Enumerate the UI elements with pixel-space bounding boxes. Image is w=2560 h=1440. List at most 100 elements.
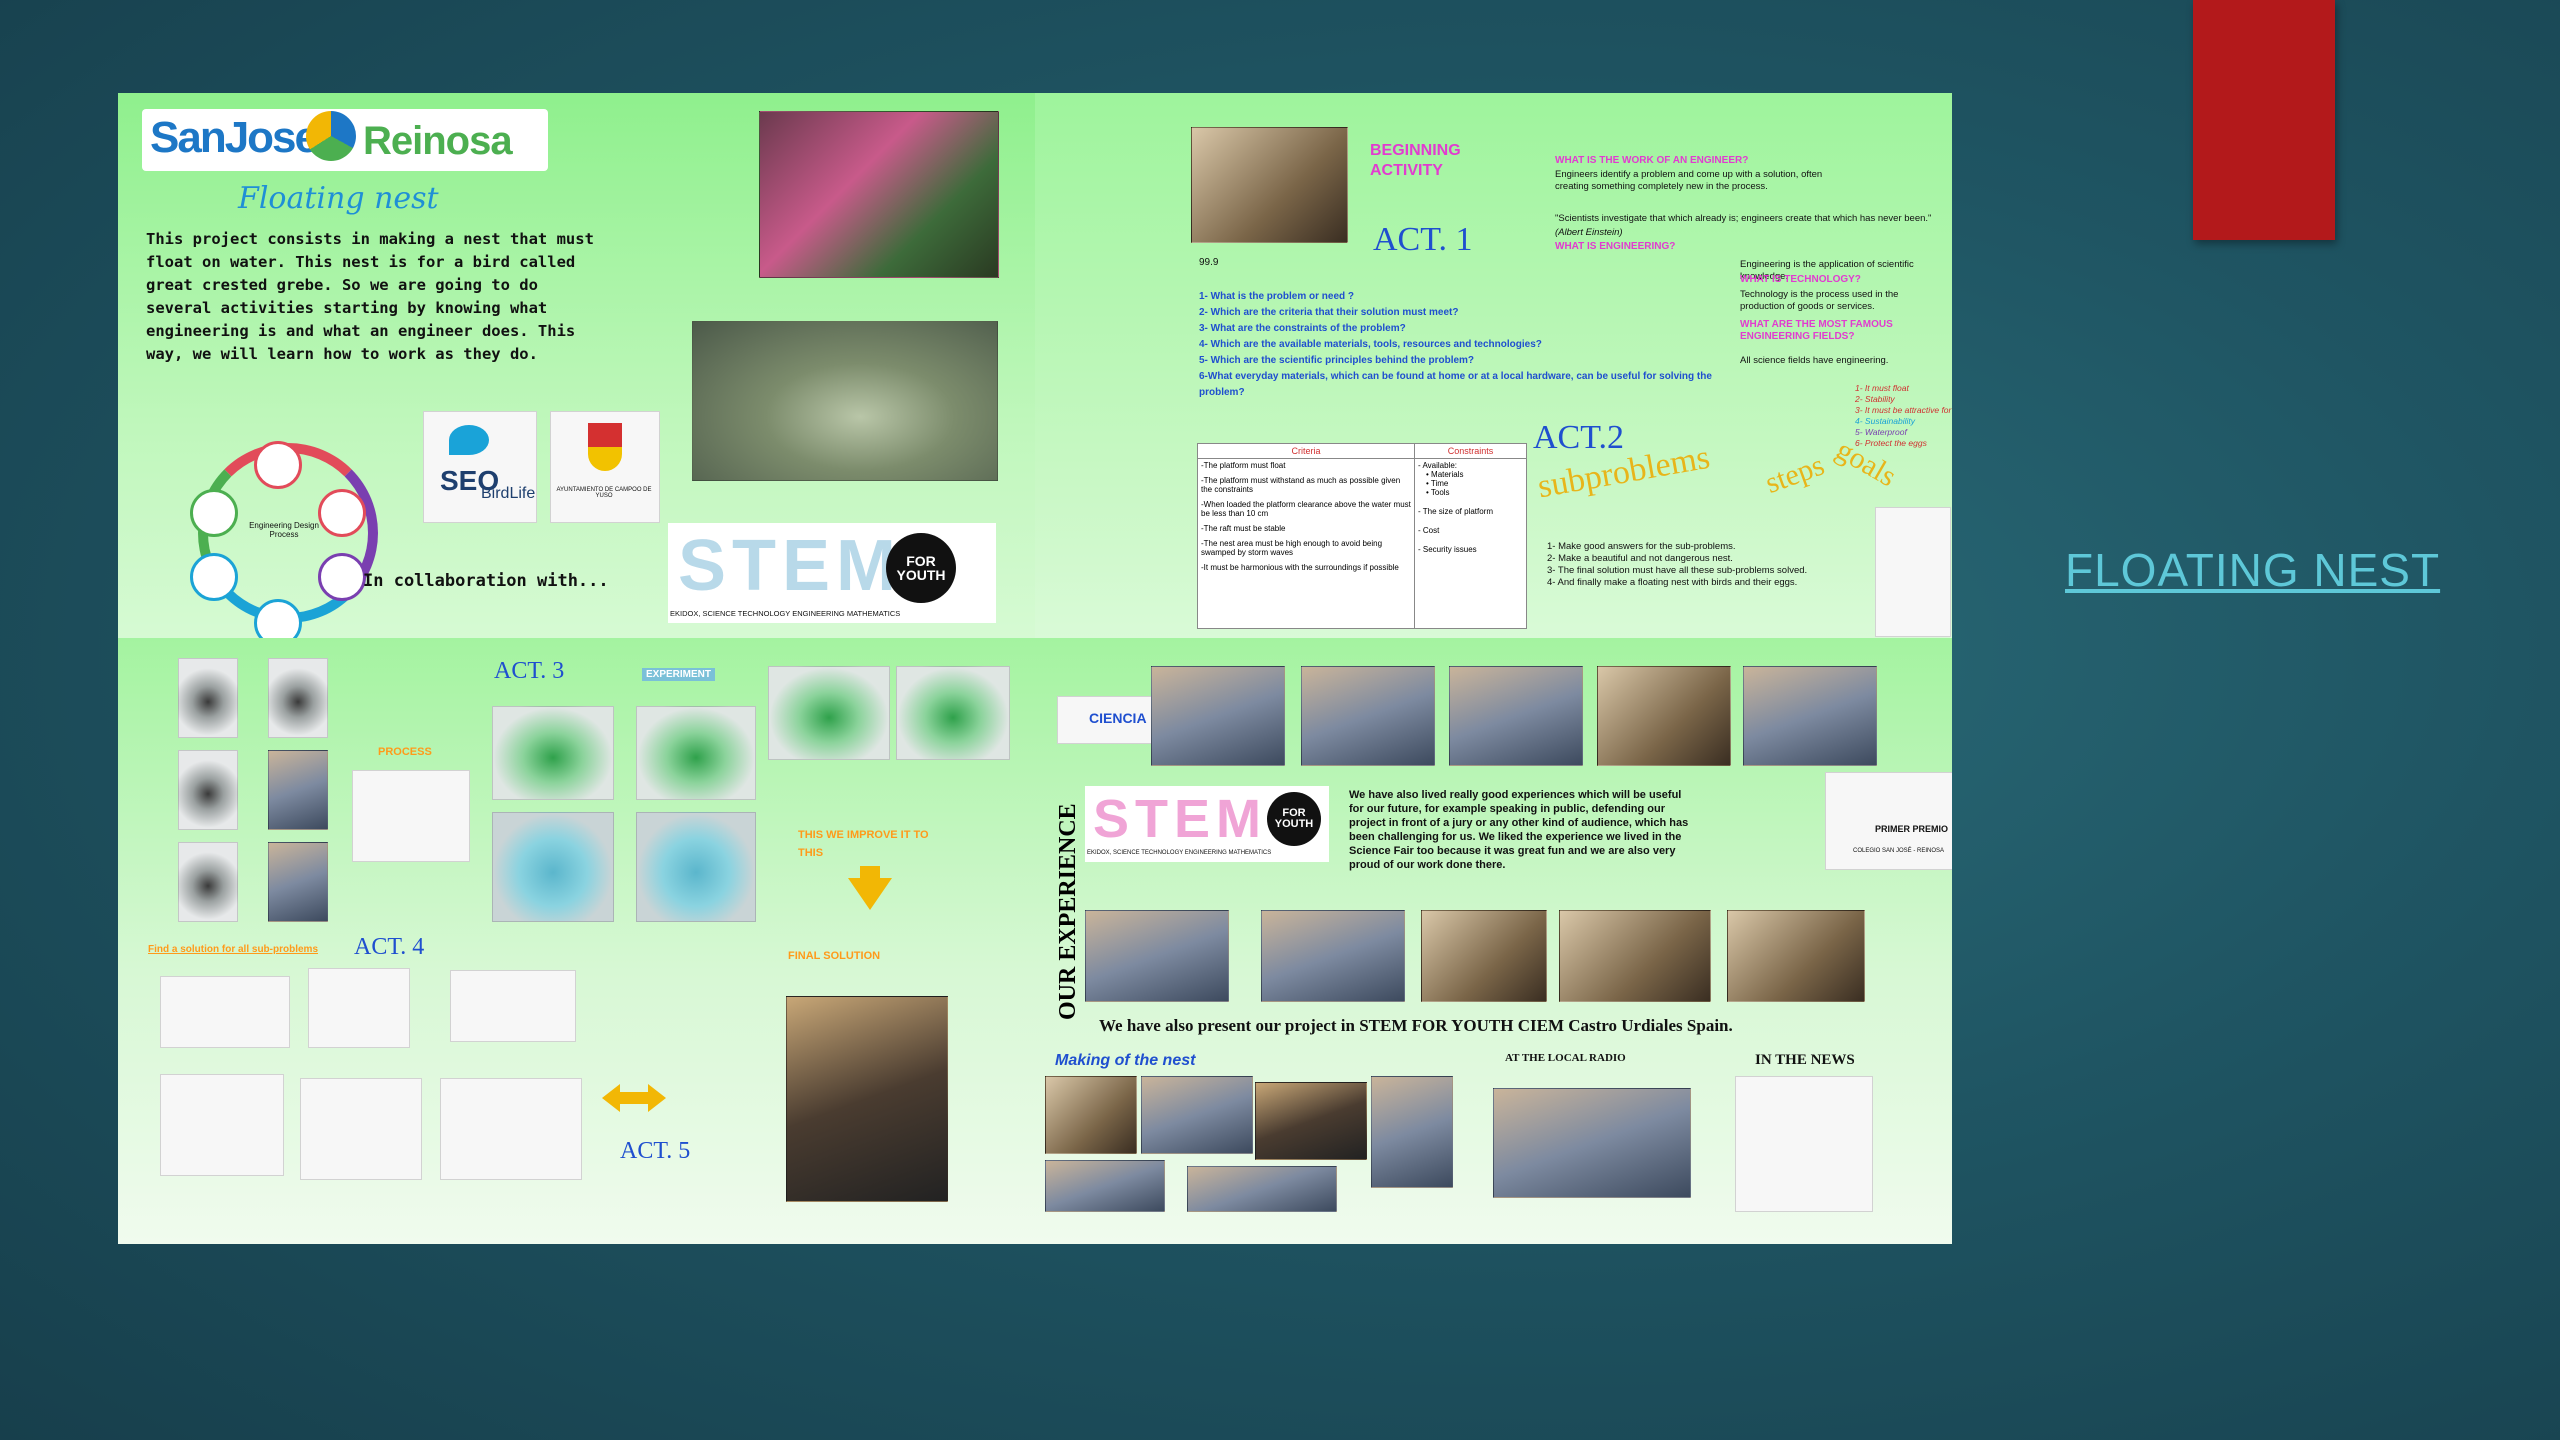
einstein-quote: "Scientists investigate that which alrea… [1555, 213, 1932, 224]
grebe-photo [759, 111, 999, 278]
question-item: 1- What is the problem or need ? [1199, 291, 1355, 302]
event-photo [1151, 666, 1285, 766]
floating-nest-link[interactable]: FLOATING NEST [2065, 543, 2440, 597]
float-test-photo [492, 706, 614, 800]
cycle-node [318, 489, 366, 537]
making-label: Making of the nest [1055, 1052, 1196, 1069]
down-arrow-icon [848, 878, 892, 910]
event-photo [1597, 666, 1731, 766]
collab-text: In collaboration with... [363, 571, 609, 591]
event-photo [1301, 666, 1435, 766]
experiment-photo [268, 842, 328, 922]
school-logo-town: Reinosa [363, 119, 513, 163]
act3-label: ACT. 3 [494, 658, 565, 684]
act5-label: ACT. 5 [620, 1138, 691, 1164]
poster-engineering-panel: BEGINNING ACTIVITY ACT. 1 99.9 WHAT IS T… [1035, 93, 1952, 638]
steps-list: 1- Make good answers for the sub-problem… [1547, 541, 1827, 589]
criteria-item: -The platform must float [1201, 461, 1286, 470]
badge-line: YOUTH [896, 567, 946, 583]
subgoal-item: 1- It must float [1855, 383, 1909, 393]
criteria-cell: -The platform must float -The platform m… [1197, 458, 1415, 629]
award-subtitle: COLEGIO SAN JOSÉ - REINOSA [1853, 848, 1945, 854]
question-item: 3- What are the constraints of the probl… [1199, 323, 1406, 334]
award-certificate [1825, 772, 1952, 870]
sketch-drawing [300, 1078, 422, 1180]
reservoir-map [692, 321, 998, 481]
experiment-photo [178, 842, 238, 922]
constraint-item: • Time [1426, 479, 1449, 488]
subgoal-item: 2- Stability [1855, 394, 1895, 404]
making-photo [1045, 1076, 1137, 1154]
birdlife-logo-text: BirdLife [481, 485, 536, 502]
a-technology: Technology is the process used in the pr… [1740, 289, 1899, 312]
act4-label: ACT. 4 [354, 934, 425, 960]
making-photo [1187, 1166, 1337, 1212]
question-item: 5- Which are the scientific principles b… [1199, 355, 1475, 366]
step-item: 3- The final solution must have all thes… [1547, 565, 1808, 576]
water-test-photo [492, 812, 614, 922]
event-photo [1449, 666, 1583, 766]
making-photo [1141, 1076, 1253, 1154]
poster-activities-panel: PROCESS ACT. 3 EXPERIMENT THIS WE IMPROV… [118, 638, 1035, 1244]
criteria-header: Criteria [1197, 443, 1415, 459]
cycle-node [318, 553, 366, 601]
experiment-photo [178, 750, 238, 830]
cycle-node [254, 441, 302, 489]
constraints-header: Constraints [1414, 443, 1527, 459]
question-item: 6-What everyday materials, which can be … [1199, 371, 1712, 398]
subgoal-item: 3- It must be attractive for birds [1855, 405, 1952, 415]
subgoal-item: 6- Protect the eggs [1855, 438, 1927, 448]
making-photo [1371, 1076, 1453, 1188]
float-test-photo [768, 666, 890, 760]
criteria-item: -When loaded the platform clearance abov… [1201, 500, 1411, 518]
for-youth-badge: FOR YOUTH [886, 533, 956, 603]
classroom-photo [1191, 127, 1348, 243]
act4-caption: Find a solution for all sub-problems [148, 944, 319, 955]
ciem-photo [1261, 910, 1405, 1002]
school-logo-icon [306, 111, 356, 161]
down-arrow-stem-icon [860, 866, 880, 880]
experience-text: We have also lived really good experienc… [1349, 789, 1689, 871]
award-title: PRIMER PREMIO [1875, 824, 1949, 834]
constraint-item: - The size of platform [1418, 507, 1493, 516]
intro-text: This project consists in making a nest t… [146, 230, 594, 363]
making-photo [1045, 1160, 1165, 1212]
final-solution-label: FINAL SOLUTION [788, 950, 881, 962]
stem-letters: STEM [1093, 789, 1268, 849]
q-engineering: WHAT IS ENGINEERING? [1555, 241, 1676, 252]
sketch-drawing [308, 968, 410, 1048]
double-arrow-icon [602, 1084, 666, 1112]
ciencia-logo-text: CIENCIA [1089, 710, 1147, 726]
act3-tag: EXPERIMENT [642, 668, 716, 681]
constraint-item: • Materials [1426, 470, 1464, 479]
float-test-photo [896, 666, 1010, 760]
water-test-photo [636, 812, 756, 922]
crest-icon [588, 423, 622, 471]
step-item: 4- And finally make a floating nest with… [1547, 577, 1798, 588]
a-fields: All science fields have engineering. [1740, 355, 1889, 366]
experiment-photo [268, 750, 328, 830]
sketch-drawing [160, 1074, 284, 1176]
question-item: 4- Which are the available materials, to… [1199, 339, 1542, 350]
school-logo-name: SanJose [150, 113, 319, 162]
news-clipping [1735, 1076, 1873, 1212]
red-accent-bar [2193, 0, 2335, 240]
ciem-photo [1421, 910, 1547, 1002]
criteria-item: -It must be harmonious with the surround… [1201, 563, 1399, 572]
ciem-text: We have also present our project in STEM… [1099, 1016, 1733, 1035]
constraint-item: - Cost [1418, 526, 1440, 535]
stem-subtitle: EKIDOX, SCIENCE TECHNOLOGY ENGINEERING M… [1087, 850, 1272, 856]
for-youth-badge: FOR YOUTH [1267, 792, 1321, 846]
constraint-item: • Tools [1426, 488, 1450, 497]
constraint-item: - Available: [1418, 461, 1457, 470]
poster-image: SanJose Reinosa Floating nest This proje… [118, 93, 1952, 1244]
subgoal-item: 5- Waterproof [1855, 427, 1907, 437]
subgoal-item: 4- Sustainability [1855, 416, 1916, 426]
q-work: WHAT IS THE WORK OF AN ENGINEER? [1555, 155, 1749, 166]
bird-icon [449, 425, 489, 455]
number-label: 99.9 [1199, 257, 1219, 268]
cycle-node [190, 553, 238, 601]
float-test-photo [636, 706, 756, 800]
improve-text: THIS WE IMPROVE IT TO THIS [798, 829, 929, 859]
making-photo [1255, 1082, 1367, 1160]
